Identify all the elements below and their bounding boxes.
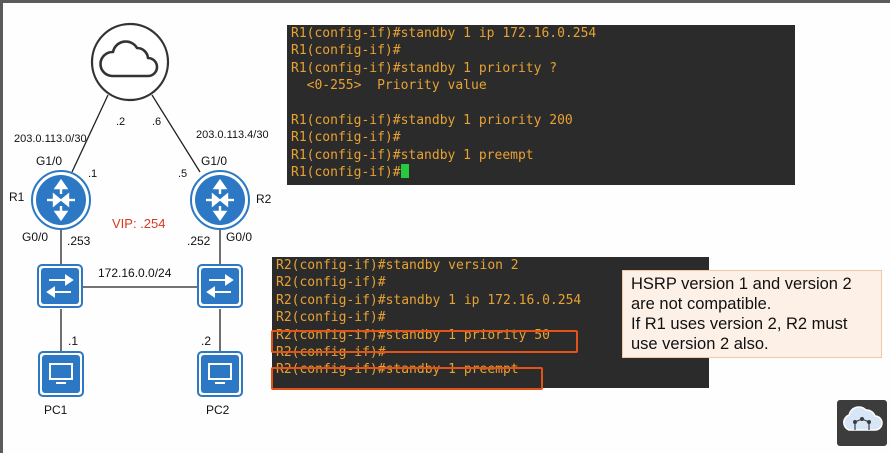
terminal-line: R1(config-if)#standby 1 ip 172.16.0.254	[291, 26, 597, 41]
note-line: are not compatible.	[631, 295, 772, 313]
right-wan-subnet: 203.0.113.4/30	[196, 129, 269, 141]
pc1-name: PC1	[44, 403, 68, 417]
r2-wan-iface: G1/0	[201, 154, 228, 168]
lan-subnet: 172.16.0.0/24	[98, 266, 172, 280]
priority-highlight-box	[271, 330, 578, 353]
vip-label: VIP: .254	[112, 216, 166, 231]
pc1-pc-icon	[38, 351, 84, 397]
pc2-ip: .2	[201, 334, 212, 348]
terminal-line: R1(config-if)#standby 1 priority ?	[291, 60, 558, 76]
terminal-line: R1(config-if)#standby 1 preempt	[291, 147, 534, 163]
terminal-line: <0-255> Priority value	[291, 78, 487, 94]
cloud-left-ip: .2	[116, 116, 126, 128]
terminal-line: R1(config-if)#	[291, 43, 401, 59]
r1-name: R1	[9, 190, 25, 204]
r1-router-icon	[31, 170, 91, 230]
note-line: If R1 uses version 2, R2 must	[631, 315, 848, 333]
pc2-pc-icon	[197, 351, 243, 397]
sw2-switch-icon	[197, 264, 243, 308]
r1-wan-ip: .1	[88, 168, 98, 180]
preempt-highlight-box	[271, 367, 543, 390]
r2-lan-ip: .252	[187, 234, 211, 248]
slide: .2 .6 203.0.113.0/30 203.0.113.4/30 G1/0…	[0, 0, 890, 453]
cloud-right-ip: .6	[152, 116, 162, 128]
link-cloud-r2	[151, 94, 201, 173]
r1-terminal: R1(config-if)#standby 1 ip 172.16.0.254 …	[287, 25, 795, 185]
sw1-switch-icon	[37, 264, 83, 308]
terminal-prompt-line: R1(config-if)#	[291, 164, 795, 181]
r1-wan-iface: G1/0	[36, 154, 63, 168]
r2-router-icon	[190, 170, 250, 230]
terminal-prompt: R1(config-if)#	[291, 165, 401, 181]
left-wan-subnet: 203.0.113.0/30	[14, 133, 87, 145]
pc2-name: PC2	[206, 403, 230, 417]
cloud-network-logo-icon	[837, 400, 887, 446]
r2-name: R2	[256, 192, 272, 206]
terminal-line: R1(config-if)#	[291, 130, 401, 146]
terminal-cursor	[400, 164, 409, 179]
terminal-line: R1(config-if)#standby 1 priority 200	[291, 112, 573, 128]
r1-lan-iface: G0/0	[22, 230, 49, 244]
r2-wan-ip: .5	[178, 168, 188, 180]
pc1-ip: .1	[68, 334, 79, 348]
note-line: HSRP version 1 and version 2	[631, 275, 852, 293]
note-line: use version 2 also.	[631, 335, 769, 353]
cloud-icon	[90, 22, 170, 102]
r1-lan-ip: .253	[67, 234, 91, 248]
r2-lan-iface: G0/0	[226, 230, 253, 244]
compatibility-note: HSRP version 1 and version 2 are not com…	[622, 270, 882, 358]
